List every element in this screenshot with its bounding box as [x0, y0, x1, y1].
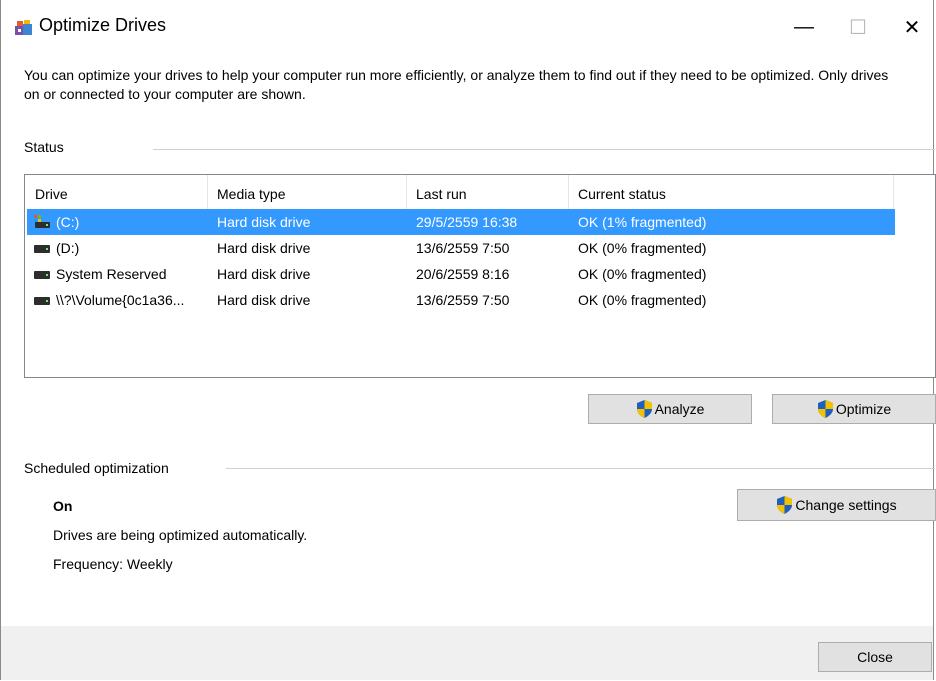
drive-name: System Reserved: [56, 266, 167, 282]
current-status: OK (0% fragmented): [578, 266, 707, 282]
optimize-button-label: Optimize: [835, 401, 892, 417]
analyze-button-label: Analyze: [654, 401, 705, 417]
column-header-media-type[interactable]: Media type: [207, 175, 406, 209]
drives-list-header: Drive Media type Last run Current status: [25, 175, 935, 209]
media-type: Hard disk drive: [217, 266, 311, 282]
change-settings-label: Change settings: [795, 497, 897, 513]
column-separator[interactable]: [893, 175, 894, 209]
schedule-message: Drives are being optimized automatically…: [53, 527, 308, 543]
defrag-app-icon: [15, 20, 32, 35]
last-run: 29/5/2559 16:38: [416, 214, 518, 230]
current-status: OK (0% fragmented): [578, 292, 707, 308]
description-text: You can optimize your drives to help you…: [24, 67, 889, 102]
current-status: OK (1% fragmented): [578, 214, 707, 230]
dialog-footer: Close: [1, 626, 933, 680]
column-header-last-run[interactable]: Last run: [406, 175, 568, 209]
media-type: Hard disk drive: [217, 292, 311, 308]
optimize-button[interactable]: Optimize: [772, 394, 936, 424]
last-run: 13/6/2559 7:50: [416, 292, 510, 308]
status-divider: [153, 149, 935, 150]
schedule-state: On: [53, 498, 73, 514]
analyze-button[interactable]: Analyze: [588, 394, 752, 424]
change-settings-button[interactable]: Change settings: [737, 489, 936, 521]
drive-name: (C:): [56, 214, 80, 230]
last-run: 20/6/2559 8:16: [416, 266, 510, 282]
close-button[interactable]: Close: [818, 642, 932, 672]
title-bar[interactable]: Optimize Drives — ☐ ✕: [1, 0, 933, 54]
minimize-button[interactable]: —: [781, 10, 827, 44]
uac-shield-icon: [777, 496, 793, 514]
scheduled-divider: [226, 468, 935, 469]
drive-icon: [34, 245, 50, 253]
last-run: 13/6/2559 7:50: [416, 240, 510, 256]
column-header-current-status[interactable]: Current status: [568, 175, 893, 209]
drives-list[interactable]: Drive Media type Last run Current status…: [24, 174, 936, 378]
media-type: Hard disk drive: [217, 214, 311, 230]
drive-row-volume[interactable]: \\?\Volume{0c1a36... Hard disk drive 13/…: [27, 287, 895, 313]
status-section-label: Status: [24, 139, 64, 155]
column-header-drive[interactable]: Drive: [25, 175, 207, 209]
media-type: Hard disk drive: [217, 240, 311, 256]
uac-shield-icon: [636, 400, 652, 418]
close-button-label: Close: [857, 649, 893, 665]
drive-row-system-reserved[interactable]: System Reserved Hard disk drive 20/6/255…: [27, 261, 895, 287]
optimize-drives-window: Optimize Drives — ☐ ✕ You can optimize y…: [0, 0, 936, 680]
drive-icon: [34, 271, 50, 279]
system-drive-icon: [34, 215, 50, 228]
scheduled-section-label: Scheduled optimization: [24, 460, 169, 476]
window-title: Optimize Drives: [39, 15, 167, 35]
uac-shield-icon: [817, 400, 833, 418]
close-window-button[interactable]: ✕: [889, 10, 935, 44]
current-status: OK (0% fragmented): [578, 240, 707, 256]
drive-row-c[interactable]: (C:) Hard disk drive 29/5/2559 16:38 OK …: [27, 209, 895, 235]
drive-row-d[interactable]: (D:) Hard disk drive 13/6/2559 7:50 OK (…: [27, 235, 895, 261]
drive-name: \\?\Volume{0c1a36...: [56, 292, 185, 308]
schedule-frequency: Frequency: Weekly: [53, 556, 173, 572]
drive-icon: [34, 297, 50, 305]
maximize-button[interactable]: ☐: [835, 10, 881, 44]
drive-name: (D:): [56, 240, 80, 256]
